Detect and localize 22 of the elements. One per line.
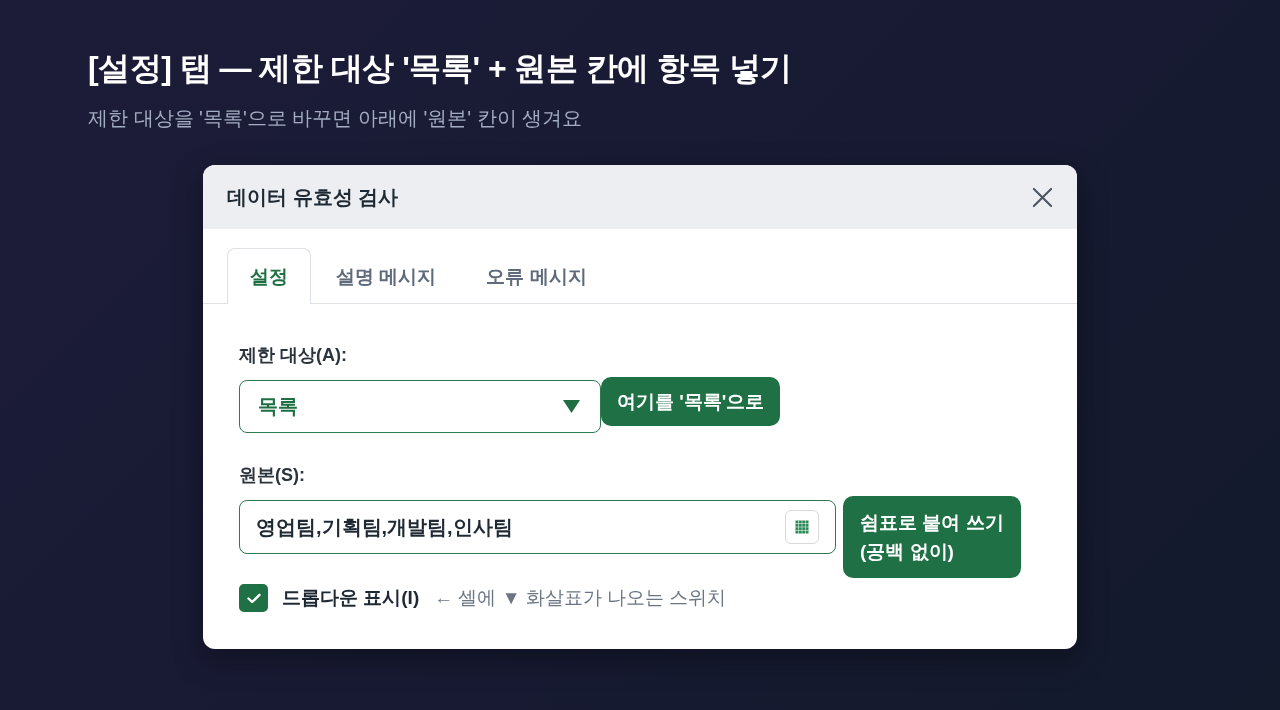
checkbox-label: 드롭다운 표시(I) xyxy=(282,586,420,610)
field-value: 영업팀,기획팀,개발팀,인사팀 xyxy=(256,514,513,540)
dialog-title: 데이터 유효성 검사 xyxy=(227,184,399,210)
tab[interactable]: 설정 xyxy=(227,248,311,304)
page-title: [설정] 탭 — 제한 대상 '목록' + 원본 칸에 항목 넣기 xyxy=(88,49,792,88)
field-label: 제한 대상(A): xyxy=(239,345,347,365)
check-icon xyxy=(246,592,261,604)
page-subtitle: 제한 대상을 '목록'으로 바꾸면 아래에 '원본' 칸이 생겨요 xyxy=(88,106,583,131)
checkbox[interactable] xyxy=(239,584,268,612)
callout-note: 쉼표로 붙여 쓰기 (공백 없이) xyxy=(843,496,1021,578)
grid-icon xyxy=(795,520,809,534)
close-icon[interactable] xyxy=(1032,186,1053,208)
source-field[interactable]: 영업팀,기획팀,개발팀,인사팀 xyxy=(239,500,836,554)
dropdown-value: 목록 xyxy=(258,394,298,419)
range-select-button[interactable] xyxy=(785,510,819,544)
caret-down-icon xyxy=(563,400,580,413)
dropdown[interactable]: 목록 xyxy=(239,380,601,433)
hint-text: ← 셀에 ▼ 화살표가 나오는 스위치 xyxy=(434,586,727,610)
callout-note: 여기를 '목록'으로 xyxy=(601,377,781,426)
field-label: 원본(S): xyxy=(239,465,305,485)
tab[interactable]: 오류 메시지 xyxy=(461,248,612,304)
tab[interactable]: 설명 메시지 xyxy=(311,248,462,304)
